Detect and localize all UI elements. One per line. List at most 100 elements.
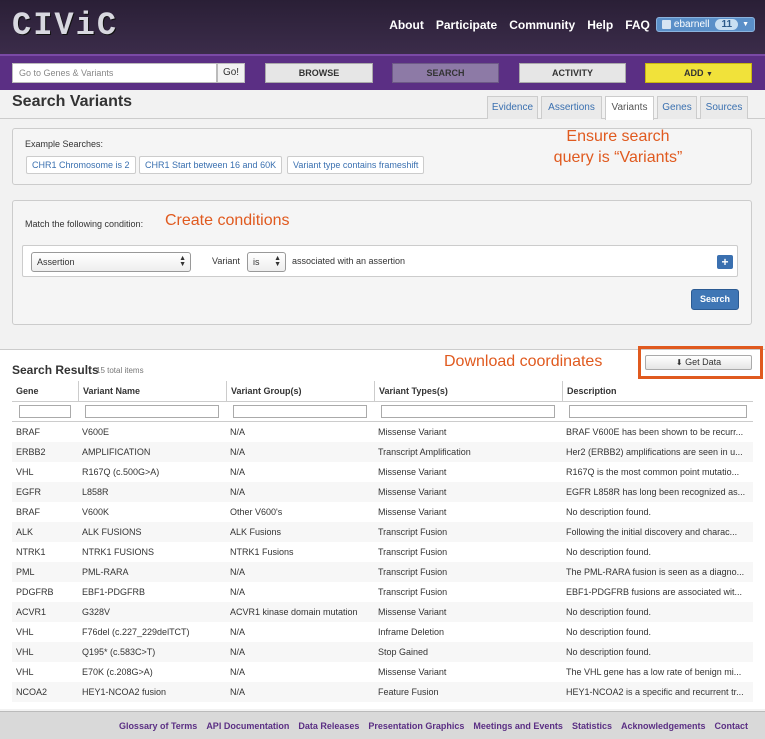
footer-link[interactable]: Acknowledgements — [621, 721, 706, 731]
cell-variant-name: NTRK1 FUSIONS — [82, 547, 155, 557]
main-navbar: Go to Genes & Variants Go! BROWSE SEARCH… — [0, 54, 765, 90]
caret-down-icon: ▼ — [706, 71, 713, 78]
col-variant-name[interactable]: Variant Name — [78, 381, 226, 402]
cell-variant-type: Missense Variant — [378, 667, 447, 677]
table-row[interactable]: ERBB2 AMPLIFICATION N/A Transcript Amplific… — [12, 442, 753, 462]
cell-description: HEY1-NCOA2 is a specific and recurrent t… — [566, 687, 744, 697]
tab-genes[interactable]: Genes — [657, 96, 697, 119]
filter-description[interactable] — [569, 405, 747, 418]
cell-variant-group: Other V600's — [230, 507, 283, 517]
footer-link[interactable]: Data Releases — [298, 721, 359, 731]
get-data-button[interactable]: ⬇ Get Data — [645, 355, 752, 370]
nav-help[interactable]: Help — [587, 18, 613, 32]
col-gene[interactable]: Gene — [12, 381, 78, 402]
cell-variant-group: N/A — [230, 567, 246, 577]
table-row[interactable]: BRAF V600K Other V600's Missense Variant No … — [12, 502, 753, 522]
civic-logo[interactable]: CIViC — [12, 7, 118, 44]
nav-participate[interactable]: Participate — [436, 18, 497, 32]
tab-variants[interactable]: Variants — [605, 96, 654, 120]
cell-gene: NTRK1 — [16, 547, 46, 557]
user-menu[interactable]: ebarnell 11 ▼ — [655, 17, 755, 32]
cell-gene: PML — [16, 567, 35, 577]
cell-gene: ACVR1 — [16, 607, 47, 617]
cell-variant-type: Transcript Fusion — [378, 567, 448, 577]
tab-sources[interactable]: Sources — [700, 96, 748, 119]
table-row[interactable]: NCOA2 HEY1-NCOA2 fusion N/A Feature Fusion H… — [12, 682, 753, 702]
cell-variant-group: NTRK1 Fusions — [230, 547, 294, 557]
table-row[interactable]: BRAF V600E N/A Missense Variant BRAF V600E h… — [12, 422, 753, 442]
cell-variant-name: Q195* (c.583C>T) — [82, 647, 156, 657]
tab-evidence[interactable]: Evidence — [487, 96, 538, 119]
cell-description: BRAF V600E has been shown to be recurr..… — [566, 427, 744, 437]
cell-variant-type: Missense Variant — [378, 467, 447, 477]
tab-assertions[interactable]: Assertions — [541, 96, 602, 119]
cell-description: R167Q is the most common point mutatio..… — [566, 467, 740, 477]
site-header: CIViC About Participate Community Help F… — [0, 0, 765, 54]
add-condition-button[interactable]: + — [717, 255, 733, 269]
cell-variant-name: ALK FUSIONS — [82, 527, 142, 537]
cell-variant-group: N/A — [230, 687, 246, 697]
condition-operator-value: is — [253, 257, 260, 267]
footer-link[interactable]: Glossary of Terms — [119, 721, 197, 731]
condition-field-select[interactable]: Assertion ▲ ▼ — [31, 252, 191, 272]
nav-faq[interactable]: FAQ — [625, 18, 650, 32]
filter-variant-groups[interactable] — [233, 405, 367, 418]
cell-gene: ALK — [16, 527, 34, 537]
cell-variant-group: N/A — [230, 587, 246, 597]
table-body: BRAF V600E N/A Missense Variant BRAF V600E h… — [12, 422, 753, 702]
table-row[interactable]: EGFR L858R N/A Missense Variant EGFR L858R h… — [12, 482, 753, 502]
cell-description: No description found. — [566, 507, 652, 517]
table-row[interactable]: PML PML-RARA N/A Transcript Fusion The PML-R… — [12, 562, 753, 582]
footer-link[interactable]: Statistics — [572, 721, 612, 731]
activity-button[interactable]: ACTIVITY — [519, 63, 626, 83]
col-variant-types[interactable]: Variant Types(s) — [374, 381, 562, 402]
footer-links: Glossary of Terms API Documentation Data R… — [110, 721, 748, 731]
search-submit-button[interactable]: Search — [691, 289, 739, 310]
condition-operator-select[interactable]: is ▲ ▼ — [247, 252, 286, 272]
cell-variant-name: G328V — [82, 607, 111, 617]
table-row[interactable]: VHL E70K (c.208G>A) N/A Missense Variant The… — [12, 662, 753, 682]
table-row[interactable]: VHL Q195* (c.583C>T) N/A Stop Gained No desc… — [12, 642, 753, 662]
example-chip-variant-type[interactable]: Variant type contains frameshift — [287, 156, 425, 174]
cell-variant-group: N/A — [230, 427, 246, 437]
cell-variant-group: N/A — [230, 447, 246, 457]
footer-link[interactable]: API Documentation — [206, 721, 289, 731]
cell-gene: VHL — [16, 667, 34, 677]
table-row[interactable]: PDGFRB EBF1-PDGFRB N/A Transcript Fusion EBF… — [12, 582, 753, 602]
filter-gene[interactable] — [19, 405, 71, 418]
footer-link[interactable]: Presentation Graphics — [368, 721, 464, 731]
cell-description: EGFR L858R has long been recognized as..… — [566, 487, 746, 497]
col-description[interactable]: Description — [562, 381, 753, 402]
footer-link[interactable]: Contact — [715, 721, 749, 731]
cell-variant-type: Transcript Amplification — [378, 447, 471, 457]
avatar — [661, 20, 671, 29]
table-row[interactable]: VHL F76del (c.227_229delTCT) N/A Inframe De… — [12, 622, 753, 642]
cell-variant-type: Missense Variant — [378, 487, 447, 497]
search-button-nav[interactable]: SEARCH — [392, 63, 499, 83]
go-button[interactable]: Go! — [217, 63, 245, 83]
table-row[interactable]: ACVR1 G328V ACVR1 kinase domain mutation Mi… — [12, 602, 753, 622]
example-chip-chromosome[interactable]: CHR1 Chromosome is 2 — [26, 156, 136, 174]
cell-variant-type: Missense Variant — [378, 607, 447, 617]
nav-community[interactable]: Community — [509, 18, 575, 32]
condition-row: Assertion ▲ ▼ Variant is ▲ ▼ associated wi… — [22, 245, 738, 277]
footer-link[interactable]: Meetings and Events — [473, 721, 563, 731]
cell-variant-type: Transcript Fusion — [378, 527, 448, 537]
cell-gene: NCOA2 — [16, 687, 48, 697]
cell-gene: BRAF — [16, 427, 41, 437]
browse-button[interactable]: BROWSE — [265, 63, 373, 83]
filter-variant-types[interactable] — [381, 405, 555, 418]
table-row[interactable]: VHL R167Q (c.500G>A) N/A Missense Variant R1… — [12, 462, 753, 482]
col-variant-groups[interactable]: Variant Group(s) — [226, 381, 374, 402]
title-row: Search Variants Evidence Assertions Vari… — [0, 90, 765, 120]
cell-description: No description found. — [566, 607, 652, 617]
table-row[interactable]: NTRK1 NTRK1 FUSIONS NTRK1 Fusions Transcrip… — [12, 542, 753, 562]
nav-about[interactable]: About — [389, 18, 424, 32]
search-input[interactable]: Go to Genes & Variants — [12, 63, 217, 83]
cell-description: Her2 (ERBB2) amplifications are seen in … — [566, 447, 743, 457]
add-button[interactable]: ADD ▼ — [645, 63, 752, 83]
table-row[interactable]: ALK ALK FUSIONS ALK Fusions Transcript Fusi… — [12, 522, 753, 542]
example-chip-start[interactable]: CHR1 Start between 16 and 60K — [139, 156, 283, 174]
cell-variant-group: N/A — [230, 667, 246, 677]
filter-variant-name[interactable] — [85, 405, 219, 418]
